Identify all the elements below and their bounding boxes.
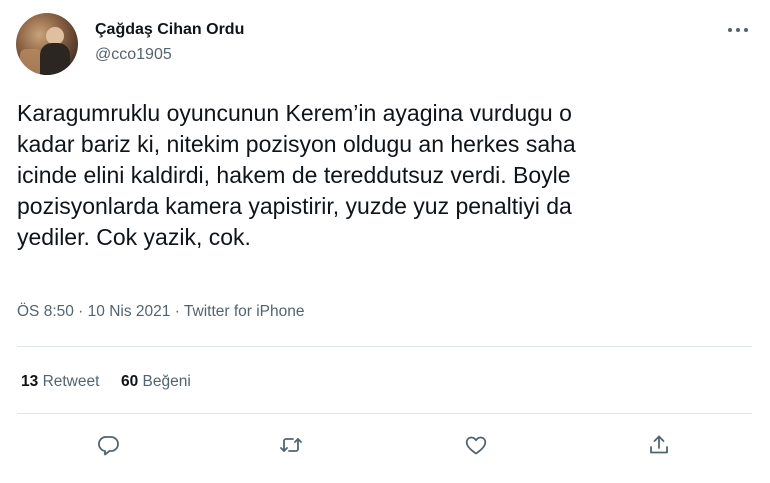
retweet-icon[interactable] xyxy=(273,427,309,463)
tweet-source[interactable]: Twitter for iPhone xyxy=(184,303,305,320)
share-icon[interactable] xyxy=(641,427,677,463)
avatar-detail xyxy=(20,49,42,75)
tweet-metadata: ÖS 8:50 · 10 Nis 2021 · Twitter for iPho… xyxy=(17,303,305,321)
engagement-stats: 13 Retweet 60 Beğeni xyxy=(21,373,191,391)
retweet-count: 13 xyxy=(21,373,39,390)
user-handle[interactable]: @cco1905 xyxy=(95,46,172,64)
divider xyxy=(17,413,752,414)
tweet-text: Karagumruklu oyuncunun Kerem’in ayagina … xyxy=(17,100,576,250)
retweet-stat[interactable]: 13 Retweet xyxy=(21,373,99,390)
meta-separator: · xyxy=(170,303,184,320)
like-stat[interactable]: 60 Beğeni xyxy=(121,373,191,390)
like-count: 60 xyxy=(120,373,139,390)
tweet-date[interactable]: 10 Nis 2021 xyxy=(88,303,171,320)
heart-icon[interactable] xyxy=(458,427,494,463)
reply-icon[interactable] xyxy=(91,427,127,463)
divider xyxy=(17,346,752,347)
more-dots-icon[interactable] xyxy=(724,20,752,40)
retweet-label: Retweet xyxy=(42,373,100,390)
like-label: Beğeni xyxy=(142,373,191,390)
meta-separator: · xyxy=(73,303,88,320)
tweet-time[interactable]: ÖS 8:50 xyxy=(17,303,74,320)
display-name[interactable]: Çağdaş Cihan Ordu xyxy=(95,21,244,39)
avatar-detail xyxy=(40,43,70,75)
avatar[interactable] xyxy=(16,13,78,75)
